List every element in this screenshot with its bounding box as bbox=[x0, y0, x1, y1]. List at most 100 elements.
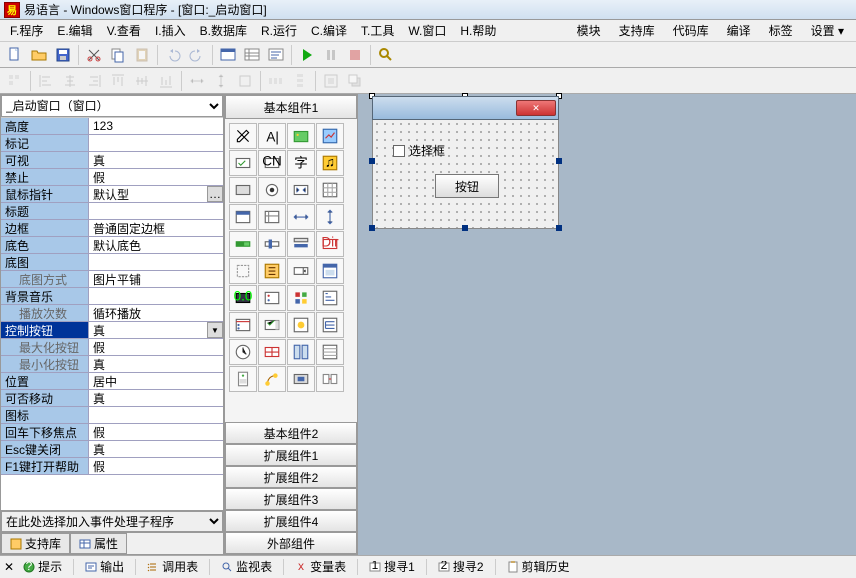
palette-item-23[interactable] bbox=[316, 258, 344, 284]
palette-item-6[interactable]: 字 bbox=[287, 150, 315, 176]
prop-value[interactable] bbox=[89, 254, 223, 270]
prop-value[interactable]: 默认型… bbox=[89, 186, 223, 202]
prop-value[interactable]: 假 bbox=[89, 169, 223, 185]
menu-tools[interactable]: T.工具 bbox=[355, 20, 400, 41]
menu-edit[interactable]: E.编辑 bbox=[51, 20, 98, 41]
palette-item-33[interactable] bbox=[258, 339, 286, 365]
form-view-icon[interactable] bbox=[217, 44, 239, 66]
palette-item-22[interactable] bbox=[287, 258, 315, 284]
palette-item-10[interactable] bbox=[287, 177, 315, 203]
prop-row-Esc键关闭[interactable]: Esc键关闭真 bbox=[1, 441, 223, 458]
prop-value[interactable]: 真 bbox=[89, 441, 223, 457]
prop-row-可否移动[interactable]: 可否移动真 bbox=[1, 390, 223, 407]
prop-row-高度[interactable]: 高度123 bbox=[1, 118, 223, 135]
palette-item-1[interactable]: A| bbox=[258, 123, 286, 149]
menu-label[interactable]: 标签 bbox=[761, 20, 801, 41]
tab-variables[interactable]: x变量表 bbox=[288, 555, 353, 578]
palette-item-5[interactable]: CN bbox=[258, 150, 286, 176]
menu-run[interactable]: R.运行 bbox=[255, 20, 303, 41]
palette-item-3[interactable] bbox=[316, 123, 344, 149]
prop-row-鼠标指针[interactable]: 鼠标指针默认型… bbox=[1, 186, 223, 203]
prop-value[interactable] bbox=[89, 135, 223, 151]
palette-item-9[interactable] bbox=[258, 177, 286, 203]
prop-value[interactable]: 居中 bbox=[89, 373, 223, 389]
list-view-icon[interactable] bbox=[241, 44, 263, 66]
tab-supportlib[interactable]: 支持库 bbox=[1, 533, 70, 554]
expand-icon[interactable]: ✕ bbox=[4, 560, 14, 574]
tab-calltable[interactable]: 调用表 bbox=[140, 555, 205, 578]
palette-item-16[interactable] bbox=[229, 231, 257, 257]
palette-tab-basic1[interactable]: 基本组件1 bbox=[225, 95, 357, 119]
prop-row-禁止[interactable]: 禁止假 bbox=[1, 169, 223, 186]
palette-item-7[interactable]: ♫ bbox=[316, 150, 344, 176]
palette-item-21[interactable] bbox=[258, 258, 286, 284]
code-view-icon[interactable] bbox=[265, 44, 287, 66]
checkbox-control[interactable]: 选择框 bbox=[393, 142, 445, 159]
palette-item-37[interactable] bbox=[258, 366, 286, 392]
form-titlebar[interactable]: ✕ bbox=[372, 96, 559, 120]
palette-item-14[interactable] bbox=[287, 204, 315, 230]
tab-search2[interactable]: 2搜寻2 bbox=[431, 555, 491, 578]
palette-item-32[interactable] bbox=[229, 339, 257, 365]
copy-icon[interactable] bbox=[107, 44, 129, 66]
palette-tab-external[interactable]: 外部组件 bbox=[225, 532, 357, 554]
prop-row-底图方式[interactable]: 底图方式图片平铺 bbox=[1, 271, 223, 288]
menu-window[interactable]: W.窗口 bbox=[402, 20, 452, 41]
prop-row-可视[interactable]: 可视真 bbox=[1, 152, 223, 169]
object-selector[interactable]: _启动窗口（窗口） bbox=[1, 95, 223, 117]
menu-compile[interactable]: C.编译 bbox=[305, 20, 353, 41]
tab-cliphistory[interactable]: 剪辑历史 bbox=[500, 555, 577, 578]
tab-watch[interactable]: 监视表 bbox=[214, 555, 279, 578]
palette-item-29[interactable] bbox=[258, 312, 286, 338]
palette-tab-basic2[interactable]: 基本组件2 bbox=[225, 422, 357, 444]
prop-value[interactable]: 假 bbox=[89, 458, 223, 474]
prop-row-最小化按钮[interactable]: 最小化按钮真 bbox=[1, 356, 223, 373]
dropdown-icon[interactable]: ▼ bbox=[207, 322, 223, 338]
run-icon[interactable] bbox=[296, 44, 318, 66]
property-list[interactable]: 高度123标记可视真禁止假鼠标指针默认型…标题边框普通固定边框底色默认底色底图底… bbox=[1, 117, 223, 510]
menu-insert[interactable]: I.插入 bbox=[149, 20, 192, 41]
event-dropdown[interactable]: 在此处选择加入事件处理子程序 bbox=[1, 511, 223, 532]
prop-value[interactable]: 真 bbox=[89, 152, 223, 168]
ellipsis-icon[interactable]: … bbox=[207, 186, 223, 202]
tab-hint[interactable]: ?提示 bbox=[16, 555, 69, 578]
prop-value[interactable]: 图片平铺 bbox=[89, 271, 223, 287]
palette-item-15[interactable] bbox=[316, 204, 344, 230]
close-icon[interactable]: ✕ bbox=[516, 100, 556, 116]
menu-database[interactable]: B.数据库 bbox=[194, 20, 253, 41]
palette-tab-ext4[interactable]: 扩展组件4 bbox=[225, 510, 357, 532]
palette-item-8[interactable] bbox=[229, 177, 257, 203]
prop-value[interactable]: 真 bbox=[89, 390, 223, 406]
prop-row-F1键打开帮助[interactable]: F1键打开帮助假 bbox=[1, 458, 223, 475]
tab-properties[interactable]: 属性 bbox=[70, 533, 127, 554]
prop-value[interactable]: 真 bbox=[89, 356, 223, 372]
prop-value[interactable]: 假 bbox=[89, 424, 223, 440]
prop-row-底图[interactable]: 底图 bbox=[1, 254, 223, 271]
menu-program[interactable]: F.程序 bbox=[4, 20, 49, 41]
object-dropdown[interactable]: _启动窗口（窗口） bbox=[1, 95, 223, 117]
palette-item-39[interactable] bbox=[316, 366, 344, 392]
prop-value[interactable]: 普通固定边框 bbox=[89, 220, 223, 236]
palette-item-20[interactable] bbox=[229, 258, 257, 284]
palette-item-4[interactable] bbox=[229, 150, 257, 176]
palette-item-24[interactable]: 0.0 bbox=[229, 285, 257, 311]
prop-row-控制按钮[interactable]: 控制按钮真▼ bbox=[1, 322, 223, 339]
prop-row-位置[interactable]: 位置居中 bbox=[1, 373, 223, 390]
prop-row-标题[interactable]: 标题 bbox=[1, 203, 223, 220]
palette-item-17[interactable] bbox=[258, 231, 286, 257]
palette-item-0[interactable] bbox=[229, 123, 257, 149]
palette-item-12[interactable] bbox=[229, 204, 257, 230]
tab-search1[interactable]: 1搜寻1 bbox=[362, 555, 422, 578]
prop-row-播放次数[interactable]: 播放次数循环播放 bbox=[1, 305, 223, 322]
prop-value[interactable]: 真▼ bbox=[89, 322, 223, 338]
prop-value[interactable]: 123 bbox=[89, 118, 223, 134]
palette-item-2[interactable] bbox=[287, 123, 315, 149]
prop-row-最大化按钮[interactable]: 最大化按钮假 bbox=[1, 339, 223, 356]
checkbox-icon[interactable] bbox=[393, 145, 405, 157]
palette-item-31[interactable] bbox=[316, 312, 344, 338]
palette-item-25[interactable] bbox=[258, 285, 286, 311]
prop-row-背景音乐[interactable]: 背景音乐 bbox=[1, 288, 223, 305]
prop-value[interactable] bbox=[89, 407, 223, 423]
event-selector[interactable]: 在此处选择加入事件处理子程序 bbox=[1, 510, 223, 532]
palette-item-28[interactable] bbox=[229, 312, 257, 338]
